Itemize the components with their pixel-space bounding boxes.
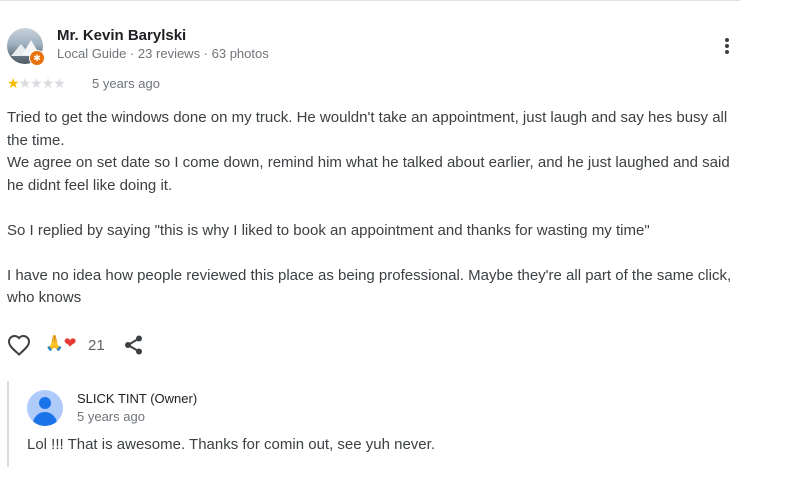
person-icon-head: [39, 397, 51, 409]
star-empty-icon: ★: [53, 75, 66, 91]
person-icon-body: [33, 412, 57, 426]
more-vert-dot: [725, 50, 729, 54]
pray-emoji-icon: 🙏: [45, 335, 64, 352]
review-paragraph: We agree on set date so I come down, rem…: [7, 154, 730, 194]
review-text-gap: [7, 197, 735, 220]
owner-reply-time: 5 years ago: [77, 409, 145, 424]
top-divider: [0, 0, 740, 1]
star-filled-icon: ★: [7, 75, 20, 91]
star-empty-icon: ★: [41, 75, 55, 91]
heart-outline-icon: [7, 334, 31, 356]
star-empty-icon: ★: [30, 75, 43, 91]
person-icon: [27, 390, 63, 426]
review-time: 5 years ago: [92, 76, 160, 91]
owner-reply-text: Lol !!! That is awesome. Thanks for comi…: [27, 436, 435, 453]
review-paragraph: So I replied by saying "this is why I li…: [7, 221, 650, 239]
owner-name: SLICK TINT (Owner): [77, 391, 198, 406]
share-button[interactable]: [123, 334, 145, 356]
like-button[interactable]: [7, 334, 31, 356]
reaction-count: 21: [88, 337, 105, 354]
reactions[interactable]: 🙏❤: [45, 334, 76, 356]
more-vert-dot: [725, 44, 729, 48]
more-options-button[interactable]: [718, 36, 736, 58]
review-paragraph: I have no idea how people reviewed this …: [7, 266, 732, 307]
review-paragraph: Tried to get the windows done on my truc…: [7, 109, 728, 149]
reviewer-meta[interactable]: Local Guide · 23 reviews · 63 photos: [57, 46, 269, 61]
heart-emoji-icon: ❤: [63, 335, 77, 352]
review-text-gap: [7, 242, 735, 265]
review-text: Tried to get the windows done on my truc…: [7, 107, 735, 310]
share-icon: [125, 335, 142, 355]
star-rating: ★★★★★: [7, 75, 66, 92]
owner-reply-divider: [7, 381, 9, 467]
reviewer-name[interactable]: Mr. Kevin Barylski: [57, 27, 186, 44]
star-empty-icon: ★: [18, 75, 32, 91]
more-vert-icon: [725, 38, 729, 42]
local-guide-badge-icon: ✱: [29, 50, 45, 66]
